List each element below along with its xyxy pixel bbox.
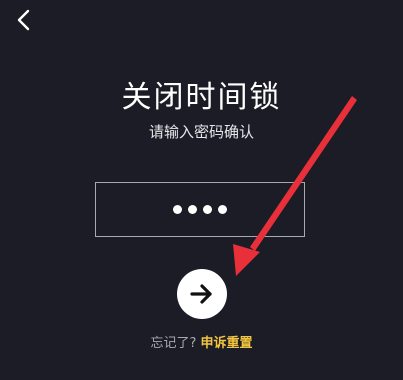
password-dot	[188, 205, 197, 214]
arrow-right-icon	[190, 284, 212, 304]
password-dot	[203, 205, 212, 214]
time-lock-screen: 关闭时间锁 请输入密码确认 忘记了? 申诉重置	[0, 0, 403, 380]
forgot-password-line: 忘记了? 申诉重置	[0, 332, 403, 351]
page-subtitle: 请输入密码确认	[148, 123, 254, 141]
password-dots	[173, 205, 227, 214]
back-button[interactable]	[10, 6, 38, 34]
appeal-reset-link[interactable]: 申诉重置	[201, 336, 253, 351]
password-input[interactable]	[95, 182, 305, 237]
page-title: 关闭时间锁	[121, 80, 282, 115]
forgot-text: 忘记了?	[150, 336, 197, 351]
chevron-left-icon	[17, 9, 30, 31]
password-dot	[218, 205, 227, 214]
submit-button[interactable]	[177, 269, 227, 319]
password-dot	[173, 205, 182, 214]
